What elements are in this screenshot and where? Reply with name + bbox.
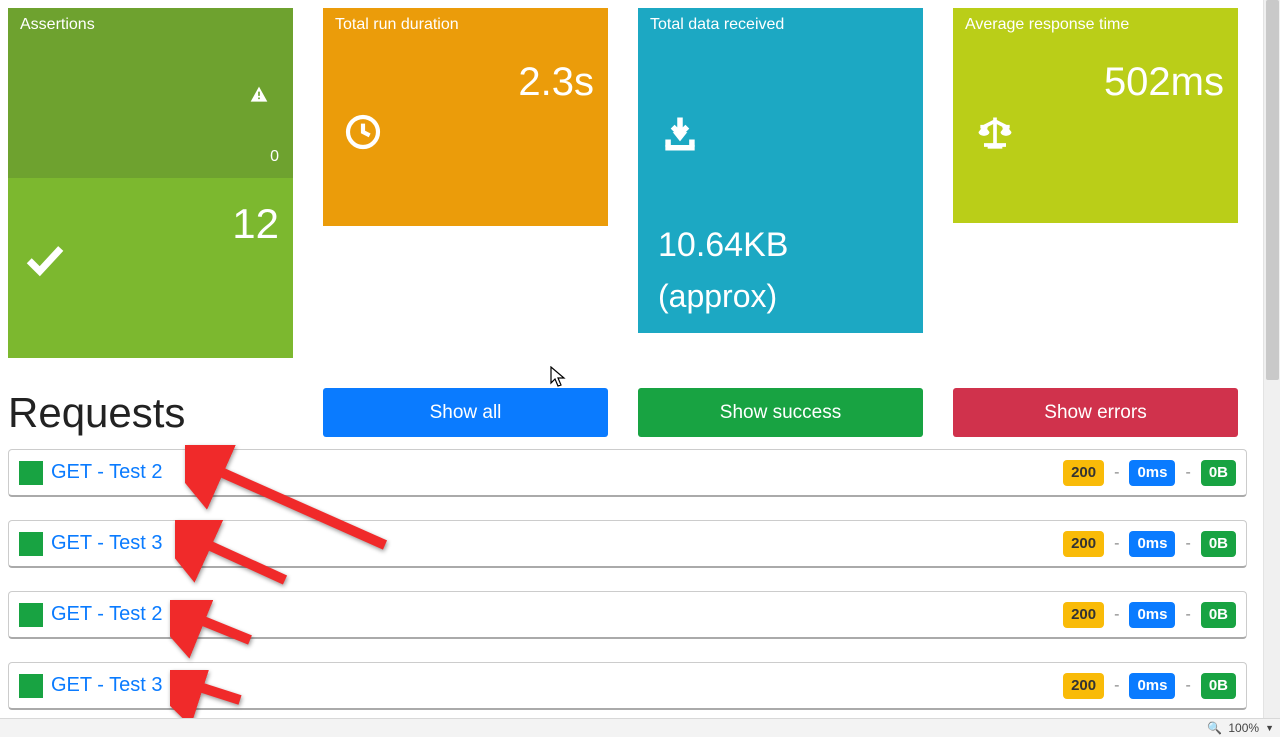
download-icon <box>658 112 702 156</box>
clock-icon <box>343 112 383 152</box>
badge-separator: - <box>1114 464 1119 482</box>
request-badges: 200-0ms-0B <box>1063 673 1236 699</box>
request-name-link[interactable]: GET - Test 3 <box>51 674 163 697</box>
size-badge: 0B <box>1201 531 1236 557</box>
status-square-icon <box>19 674 43 698</box>
assertions-warn-count: 0 <box>270 148 279 166</box>
badge-separator: - <box>1185 606 1190 624</box>
status-badge: 200 <box>1063 531 1104 557</box>
badge-separator: - <box>1114 606 1119 624</box>
size-badge: 0B <box>1201 673 1236 699</box>
card-avg-title: Average response time <box>953 8 1238 34</box>
time-badge: 0ms <box>1129 673 1175 699</box>
status-badge: 200 <box>1063 673 1104 699</box>
card-duration: Total run duration 2.3s <box>323 8 608 226</box>
badge-separator: - <box>1185 677 1190 695</box>
size-badge: 0B <box>1201 602 1236 628</box>
card-assertions: Assertions 0 12 <box>8 8 293 358</box>
request-row[interactable]: GET - Test 3200-0ms-0B <box>8 520 1247 568</box>
badge-separator: - <box>1114 677 1119 695</box>
card-data: Total data received 10.64KB (approx) <box>638 8 923 333</box>
request-name-link[interactable]: GET - Test 2 <box>51 603 163 626</box>
card-assertions-title: Assertions <box>8 8 293 34</box>
card-duration-title: Total run duration <box>323 8 608 34</box>
size-badge: 0B <box>1201 460 1236 486</box>
card-data-approx: (approx) <box>658 278 777 315</box>
badge-separator: - <box>1114 535 1119 553</box>
zoom-dropdown-caret-icon[interactable]: ▼ <box>1265 723 1274 733</box>
request-row[interactable]: GET - Test 3200-0ms-0B <box>8 662 1247 710</box>
status-badge: 200 <box>1063 602 1104 628</box>
warning-icon <box>248 85 270 105</box>
time-badge: 0ms <box>1129 531 1175 557</box>
time-badge: 0ms <box>1129 460 1175 486</box>
requests-list: GET - Test 2200-0ms-0BGET - Test 3200-0m… <box>8 449 1247 710</box>
status-square-icon <box>19 461 43 485</box>
card-data-title: Total data received <box>638 8 923 34</box>
zoom-icon: 🔍 <box>1207 721 1222 735</box>
assertions-pass-count: 12 <box>232 200 279 248</box>
card-avg: Average response time 502ms <box>953 8 1238 223</box>
show-success-button[interactable]: Show success <box>638 388 923 437</box>
status-badge: 200 <box>1063 460 1104 486</box>
card-avg-value: 502ms <box>953 52 1238 111</box>
balance-scale-icon <box>973 112 1017 156</box>
status-square-icon <box>19 603 43 627</box>
vertical-scrollbar[interactable] <box>1263 0 1280 718</box>
request-badges: 200-0ms-0B <box>1063 602 1236 628</box>
badge-separator: - <box>1185 464 1190 482</box>
time-badge: 0ms <box>1129 602 1175 628</box>
show-errors-button[interactable]: Show errors <box>953 388 1238 437</box>
request-name-link[interactable]: GET - Test 2 <box>51 461 163 484</box>
status-bar: 🔍 100% ▼ <box>0 718 1280 737</box>
request-row[interactable]: GET - Test 2200-0ms-0B <box>8 449 1247 497</box>
status-square-icon <box>19 532 43 556</box>
request-name-link[interactable]: GET - Test 3 <box>51 532 163 555</box>
request-badges: 200-0ms-0B <box>1063 531 1236 557</box>
card-data-value: 10.64KB <box>658 226 788 265</box>
scrollbar-thumb[interactable] <box>1266 0 1279 380</box>
request-row[interactable]: GET - Test 2200-0ms-0B <box>8 591 1247 639</box>
checkmark-icon <box>24 238 66 280</box>
badge-separator: - <box>1185 535 1190 553</box>
card-duration-value: 2.3s <box>323 52 608 111</box>
requests-heading: Requests <box>8 389 293 437</box>
show-all-button[interactable]: Show all <box>323 388 608 437</box>
zoom-level: 100% <box>1228 721 1259 735</box>
request-badges: 200-0ms-0B <box>1063 460 1236 486</box>
